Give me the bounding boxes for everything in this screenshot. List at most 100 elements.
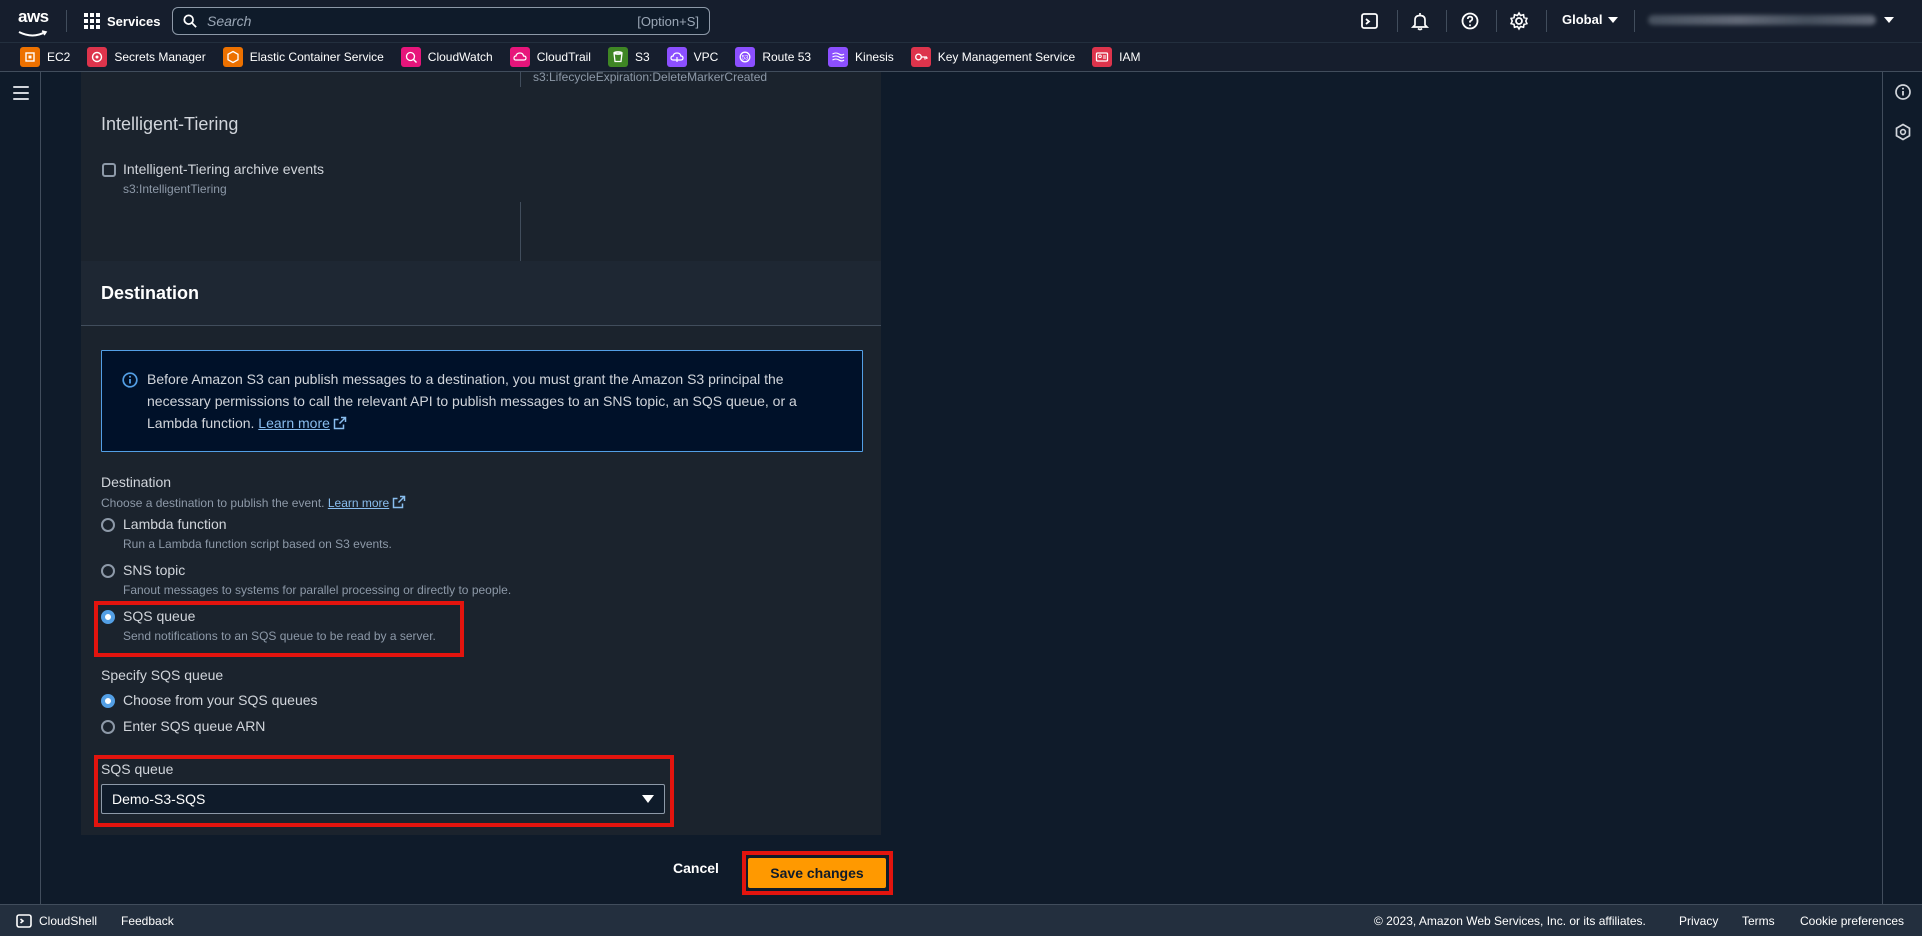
info-text-block: Before Amazon S3 can publish messages to… <box>147 368 837 434</box>
search-icon <box>183 14 197 28</box>
event-code: s3:LifecycleExpiration:DeleteMarkerCreat… <box>533 72 768 84</box>
favorite-label: IAM <box>1119 50 1141 64</box>
main-content: s3:LifecycleExpiration:DeleteMarkerCreat… <box>41 72 1882 904</box>
services-grid-icon <box>84 13 100 29</box>
redacted-account-name <box>1648 15 1876 25</box>
info-learn-more-link[interactable]: Learn more <box>258 415 330 431</box>
kms-icon <box>910 47 931 67</box>
search-shortcut: [Option+S] <box>637 13 699 29</box>
left-navigation-rail <box>0 72 41 904</box>
specify-sqs-label: Specify SQS queue <box>101 667 224 683</box>
region-selector[interactable]: Global <box>1562 12 1619 27</box>
intelligent-tiering-heading: Intelligent-Tiering <box>101 114 239 134</box>
highlight-box-sqs-select <box>94 755 674 827</box>
destination-learn-more-link[interactable]: Learn more <box>328 496 389 510</box>
favorite-label: CloudWatch <box>427 50 493 64</box>
highlight-box-save <box>742 851 893 895</box>
svg-text:53: 53 <box>742 55 749 61</box>
intelligent-tiering-checkbox[interactable] <box>102 163 116 177</box>
choose-from-queues-radio[interactable] <box>101 694 115 708</box>
vpc-icon <box>666 47 687 67</box>
favorite-label: CloudTrail <box>536 50 591 64</box>
notifications-icon[interactable] <box>1410 11 1430 31</box>
favorite-secrets-manager[interactable]: Secrets Manager <box>87 47 206 67</box>
info-panel-icon[interactable] <box>1894 83 1912 101</box>
nav-divider <box>66 10 67 32</box>
lambda-function-radio[interactable] <box>101 518 115 532</box>
cloudshell-icon[interactable] <box>1360 11 1380 31</box>
chevron-down-icon <box>1884 17 1894 23</box>
right-utility-rail <box>1882 72 1922 904</box>
nav-divider <box>1397 10 1398 32</box>
favorite-label: VPC <box>693 50 719 64</box>
services-menu-button[interactable]: Services <box>84 9 161 33</box>
destination-field-description: Choose a destination to publish the even… <box>101 495 406 510</box>
route53-icon: 53 <box>735 47 756 67</box>
terms-link[interactable]: Terms <box>1742 914 1775 928</box>
footer: CloudShell Feedback © 2023, Amazon Web S… <box>0 904 1922 936</box>
cancel-button[interactable]: Cancel <box>673 860 719 876</box>
favorite-kms[interactable]: Key Management Service <box>910 47 1076 67</box>
ec2-icon <box>20 47 40 67</box>
favorite-vpc[interactable]: VPC <box>666 47 719 67</box>
search-input[interactable] <box>207 13 638 29</box>
favorite-iam[interactable]: IAM <box>1092 47 1140 67</box>
cloudshell-icon <box>16 914 32 928</box>
services-label: Services <box>107 13 161 29</box>
region-label: Global <box>1562 12 1603 27</box>
menu-icon[interactable] <box>13 86 29 100</box>
sns-topic-radio[interactable] <box>101 564 115 578</box>
favorites-bar: EC2 Secrets Manager Elastic Container Serv… <box>0 42 1922 72</box>
favorite-label: Key Management Service <box>937 50 1076 64</box>
permissions-info-alert: Before Amazon S3 can publish messages to… <box>101 350 863 452</box>
sns-topic-description: Fanout messages to systems for parallel … <box>123 583 512 597</box>
privacy-link[interactable]: Privacy <box>1679 914 1718 928</box>
favorite-cloudwatch[interactable]: CloudWatch <box>400 47 493 67</box>
feedback-link[interactable]: Feedback <box>121 914 174 928</box>
info-icon <box>122 372 138 388</box>
cookie-preferences-link[interactable]: Cookie preferences <box>1800 914 1904 928</box>
cloudtrail-icon <box>509 47 530 67</box>
lambda-function-label: Lambda function <box>123 516 227 532</box>
favorite-s3[interactable]: S3 <box>607 47 650 67</box>
help-icon[interactable] <box>1460 11 1480 31</box>
intelligent-tiering-label: Intelligent-Tiering archive events <box>123 161 325 177</box>
choose-from-queues-label: Choose from your SQS queues <box>123 692 318 708</box>
destination-field-label: Destination <box>101 474 172 490</box>
column-divider <box>520 202 521 263</box>
hexagon-settings-icon[interactable] <box>1894 123 1912 141</box>
enter-queue-arn-label: Enter SQS queue ARN <box>123 718 266 734</box>
favorite-cloudtrail[interactable]: CloudTrail <box>509 47 591 67</box>
favorite-ecs[interactable]: Elastic Container Service <box>222 47 384 67</box>
external-link-icon <box>333 416 347 430</box>
favorite-route53[interactable]: 53 Route 53 <box>735 47 811 67</box>
favorite-kinesis[interactable]: Kinesis <box>828 47 894 67</box>
cloudshell-footer-button[interactable]: CloudShell <box>16 913 97 929</box>
account-menu[interactable] <box>1648 13 1894 27</box>
iam-icon <box>1092 47 1113 67</box>
aws-logo[interactable]: aws <box>18 8 52 37</box>
favorite-ec2[interactable]: EC2 <box>20 47 70 67</box>
favorite-label: S3 <box>634 50 650 64</box>
intelligent-tiering-code: s3:IntelligentTiering <box>123 182 227 196</box>
sns-topic-label: SNS topic <box>123 562 186 578</box>
favorite-label: Secrets Manager <box>114 50 206 64</box>
search-bar[interactable]: [Option+S] <box>172 7 710 35</box>
copyright-text: © 2023, Amazon Web Services, Inc. or its… <box>1374 914 1646 928</box>
destination-description-text: Choose a destination to publish the even… <box>101 496 325 510</box>
lambda-function-description: Run a Lambda function script based on S3… <box>123 537 392 551</box>
s3-icon <box>607 47 628 67</box>
destination-panel-header: Destination <box>81 261 881 326</box>
external-link-icon <box>392 495 406 509</box>
top-navigation: aws Services [Option+S] <box>0 0 1922 42</box>
favorite-label: Elastic Container Service <box>249 50 384 64</box>
nav-divider <box>1546 10 1547 32</box>
info-text: Before Amazon S3 can publish messages to… <box>147 371 797 431</box>
kinesis-icon <box>828 47 849 67</box>
destination-heading: Destination <box>101 283 200 303</box>
settings-icon[interactable] <box>1509 11 1529 31</box>
cloudwatch-icon <box>400 47 421 67</box>
favorite-label: EC2 <box>47 50 71 64</box>
enter-queue-arn-radio[interactable] <box>101 720 115 734</box>
highlight-box-sqs-option <box>94 601 464 657</box>
